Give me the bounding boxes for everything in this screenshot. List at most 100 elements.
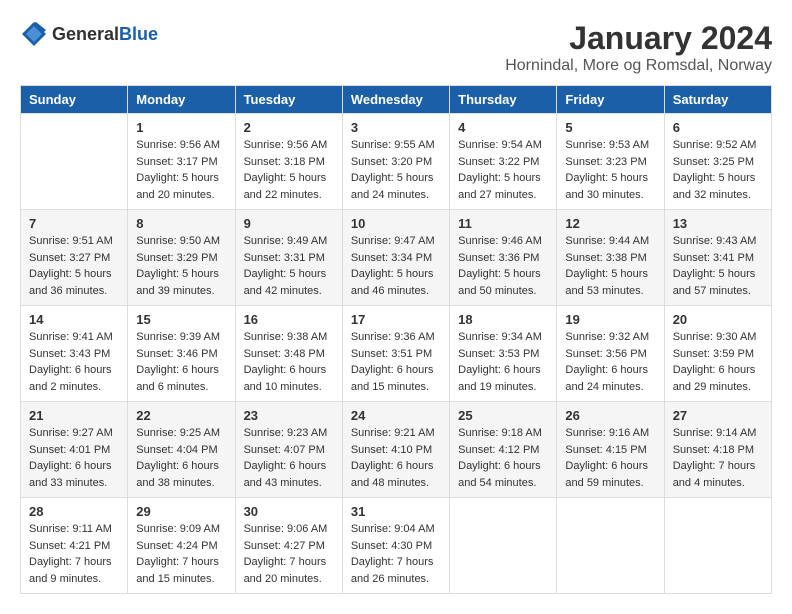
day-number: 10 (351, 216, 441, 231)
calendar-day-cell (664, 498, 771, 594)
day-number: 28 (29, 504, 119, 519)
day-info: Sunrise: 9:51 AM Sunset: 3:27 PM Dayligh… (29, 233, 119, 299)
calendar-day-cell: 22Sunrise: 9:25 AM Sunset: 4:04 PM Dayli… (128, 402, 235, 498)
day-info: Sunrise: 9:14 AM Sunset: 4:18 PM Dayligh… (673, 425, 763, 491)
calendar-body: 1 Sunrise: 9:56 AM Sunset: 3:17 PM Daylig… (21, 114, 772, 594)
calendar-day-cell: 31 Sunrise: 9:04 AM Sunset: 4:30 PM Dayli… (342, 498, 449, 594)
location-subtitle: Hornindal, More og Romsdal, Norway (505, 57, 772, 75)
day-number: 30 (244, 504, 334, 519)
weekday-header-cell: Saturday (664, 86, 771, 114)
day-info: Sunrise: 9:44 AM Sunset: 3:38 PM Dayligh… (565, 233, 655, 299)
calendar-day-cell: 20Sunrise: 9:30 AM Sunset: 3:59 PM Dayli… (664, 306, 771, 402)
day-info: Sunrise: 9:04 AM Sunset: 4:30 PM Dayligh… (351, 521, 441, 587)
calendar-day-cell: 23 Sunrise: 9:23 AM Sunset: 4:07 PM Dayli… (235, 402, 342, 498)
calendar-day-cell: 28 Sunrise: 9:11 AM Sunset: 4:21 PM Dayli… (21, 498, 128, 594)
day-number: 19 (565, 312, 655, 327)
day-number: 18 (458, 312, 548, 327)
weekday-header-cell: Wednesday (342, 86, 449, 114)
day-info: Sunrise: 9:41 AM Sunset: 3:43 PM Dayligh… (29, 329, 119, 395)
day-number: 15 (136, 312, 226, 327)
day-number: 1 (136, 120, 226, 135)
calendar-day-cell: 12 Sunrise: 9:44 AM Sunset: 3:38 PM Dayli… (557, 210, 664, 306)
calendar-day-cell: 10 Sunrise: 9:47 AM Sunset: 3:34 PM Dayli… (342, 210, 449, 306)
calendar-day-cell: 19 Sunrise: 9:32 AM Sunset: 3:56 PM Dayli… (557, 306, 664, 402)
day-number: 23 (244, 408, 334, 423)
day-info: Sunrise: 9:49 AM Sunset: 3:31 PM Dayligh… (244, 233, 334, 299)
logo-text-general: General (52, 24, 119, 44)
calendar-day-cell: 26Sunrise: 9:16 AM Sunset: 4:15 PM Dayli… (557, 402, 664, 498)
calendar-day-cell: 24 Sunrise: 9:21 AM Sunset: 4:10 PM Dayli… (342, 402, 449, 498)
day-info: Sunrise: 9:21 AM Sunset: 4:10 PM Dayligh… (351, 425, 441, 491)
calendar-week-row: 14 Sunrise: 9:41 AM Sunset: 3:43 PM Dayli… (21, 306, 772, 402)
logo-text-blue: Blue (119, 24, 158, 44)
day-number: 16 (244, 312, 334, 327)
weekday-header-cell: Tuesday (235, 86, 342, 114)
calendar-day-cell: 4Sunrise: 9:54 AM Sunset: 3:22 PM Daylig… (450, 114, 557, 210)
calendar-day-cell: 11 Sunrise: 9:46 AM Sunset: 3:36 PM Dayli… (450, 210, 557, 306)
day-info: Sunrise: 9:18 AM Sunset: 4:12 PM Dayligh… (458, 425, 548, 491)
day-info: Sunrise: 9:52 AM Sunset: 3:25 PM Dayligh… (673, 137, 763, 203)
day-number: 25 (458, 408, 548, 423)
calendar-day-cell: 15 Sunrise: 9:39 AM Sunset: 3:46 PM Dayli… (128, 306, 235, 402)
calendar-day-cell: 16 Sunrise: 9:38 AM Sunset: 3:48 PM Dayli… (235, 306, 342, 402)
day-number: 24 (351, 408, 441, 423)
day-number: 9 (244, 216, 334, 231)
day-info: Sunrise: 9:43 AM Sunset: 3:41 PM Dayligh… (673, 233, 763, 299)
day-info: Sunrise: 9:06 AM Sunset: 4:27 PM Dayligh… (244, 521, 334, 587)
day-info: Sunrise: 9:16 AM Sunset: 4:15 PM Dayligh… (565, 425, 655, 491)
month-year-title: January 2024 (505, 20, 772, 57)
day-number: 8 (136, 216, 226, 231)
calendar-day-cell: 7 Sunrise: 9:51 AM Sunset: 3:27 PM Daylig… (21, 210, 128, 306)
calendar-day-cell: 9 Sunrise: 9:49 AM Sunset: 3:31 PM Daylig… (235, 210, 342, 306)
day-number: 6 (673, 120, 763, 135)
calendar-day-cell: 3 Sunrise: 9:55 AM Sunset: 3:20 PM Daylig… (342, 114, 449, 210)
calendar-day-cell (450, 498, 557, 594)
day-number: 11 (458, 216, 548, 231)
day-number: 27 (673, 408, 763, 423)
day-info: Sunrise: 9:46 AM Sunset: 3:36 PM Dayligh… (458, 233, 548, 299)
page-header: GeneralBlue January 2024 Hornindal, More… (20, 20, 772, 75)
day-info: Sunrise: 9:54 AM Sunset: 3:22 PM Dayligh… (458, 137, 548, 203)
day-info: Sunrise: 9:38 AM Sunset: 3:48 PM Dayligh… (244, 329, 334, 395)
day-number: 31 (351, 504, 441, 519)
weekday-header-cell: Friday (557, 86, 664, 114)
weekday-header-cell: Sunday (21, 86, 128, 114)
calendar-day-cell: 18Sunrise: 9:34 AM Sunset: 3:53 PM Dayli… (450, 306, 557, 402)
day-number: 14 (29, 312, 119, 327)
calendar-week-row: 28 Sunrise: 9:11 AM Sunset: 4:21 PM Dayli… (21, 498, 772, 594)
day-info: Sunrise: 9:56 AM Sunset: 3:18 PM Dayligh… (244, 137, 334, 203)
day-number: 3 (351, 120, 441, 135)
calendar-day-cell: 1 Sunrise: 9:56 AM Sunset: 3:17 PM Daylig… (128, 114, 235, 210)
title-block: January 2024 Hornindal, More og Romsdal,… (505, 20, 772, 75)
calendar-week-row: 7 Sunrise: 9:51 AM Sunset: 3:27 PM Daylig… (21, 210, 772, 306)
day-number: 7 (29, 216, 119, 231)
calendar-day-cell: 8 Sunrise: 9:50 AM Sunset: 3:29 PM Daylig… (128, 210, 235, 306)
day-info: Sunrise: 9:30 AM Sunset: 3:59 PM Dayligh… (673, 329, 763, 395)
day-info: Sunrise: 9:56 AM Sunset: 3:17 PM Dayligh… (136, 137, 226, 203)
day-info: Sunrise: 9:36 AM Sunset: 3:51 PM Dayligh… (351, 329, 441, 395)
day-number: 29 (136, 504, 226, 519)
day-info: Sunrise: 9:27 AM Sunset: 4:01 PM Dayligh… (29, 425, 119, 491)
day-info: Sunrise: 9:11 AM Sunset: 4:21 PM Dayligh… (29, 521, 119, 587)
calendar-week-row: 21Sunrise: 9:27 AM Sunset: 4:01 PM Dayli… (21, 402, 772, 498)
day-info: Sunrise: 9:39 AM Sunset: 3:46 PM Dayligh… (136, 329, 226, 395)
calendar-day-cell: 21Sunrise: 9:27 AM Sunset: 4:01 PM Dayli… (21, 402, 128, 498)
day-info: Sunrise: 9:47 AM Sunset: 3:34 PM Dayligh… (351, 233, 441, 299)
calendar-day-cell (21, 114, 128, 210)
calendar-day-cell: 25 Sunrise: 9:18 AM Sunset: 4:12 PM Dayli… (450, 402, 557, 498)
weekday-header-row: SundayMondayTuesdayWednesdayThursdayFrid… (21, 86, 772, 114)
calendar-table: SundayMondayTuesdayWednesdayThursdayFrid… (20, 85, 772, 594)
day-number: 22 (136, 408, 226, 423)
day-number: 2 (244, 120, 334, 135)
day-info: Sunrise: 9:23 AM Sunset: 4:07 PM Dayligh… (244, 425, 334, 491)
weekday-header-cell: Thursday (450, 86, 557, 114)
calendar-day-cell: 6 Sunrise: 9:52 AM Sunset: 3:25 PM Daylig… (664, 114, 771, 210)
day-info: Sunrise: 9:09 AM Sunset: 4:24 PM Dayligh… (136, 521, 226, 587)
day-number: 12 (565, 216, 655, 231)
calendar-day-cell: 30 Sunrise: 9:06 AM Sunset: 4:27 PM Dayli… (235, 498, 342, 594)
day-info: Sunrise: 9:55 AM Sunset: 3:20 PM Dayligh… (351, 137, 441, 203)
calendar-day-cell: 29 Sunrise: 9:09 AM Sunset: 4:24 PM Dayli… (128, 498, 235, 594)
day-info: Sunrise: 9:32 AM Sunset: 3:56 PM Dayligh… (565, 329, 655, 395)
day-info: Sunrise: 9:50 AM Sunset: 3:29 PM Dayligh… (136, 233, 226, 299)
calendar-day-cell: 13Sunrise: 9:43 AM Sunset: 3:41 PM Dayli… (664, 210, 771, 306)
